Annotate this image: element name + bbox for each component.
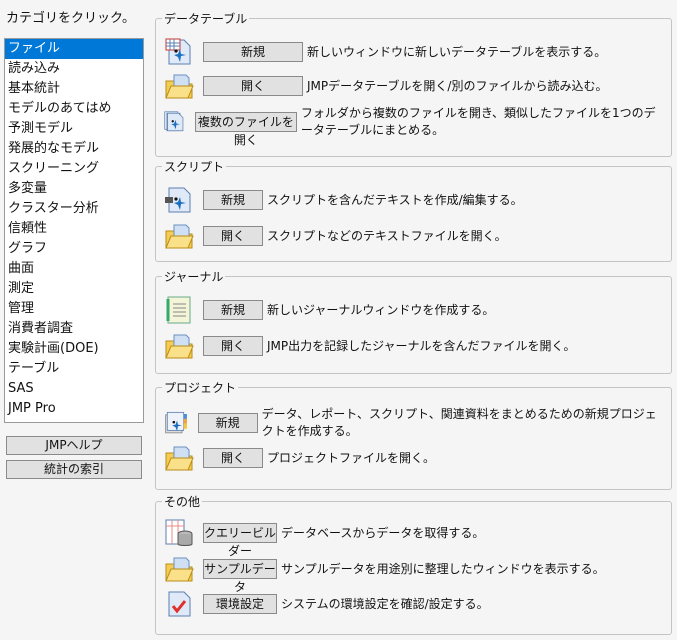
group-4: その他 クエリービルダー データベースからデータを取得する。 サンプルデータ サンプルデ… (155, 493, 672, 635)
action-description: 新しいジャーナルウィンドウを作成する。 (267, 302, 495, 317)
action-description: フォルダから複数のファイルを開き、類似したファイルを1つのデータテーブルにまとめ… (300, 106, 656, 137)
action-button[interactable]: 開く (203, 76, 303, 96)
group-0: データテーブル新規 新しいウィンドウに新しいデータテーブルを表示する。開く JMPデ… (155, 10, 672, 157)
action-button[interactable]: 環境設定 (203, 594, 277, 614)
action-button[interactable]: 新規 (203, 300, 263, 320)
action-row: 複数のファイルを開く フォルダから複数のファイルを開き、類似したファイルを1つのデ… (164, 105, 664, 147)
action-button[interactable]: 新規 (203, 42, 303, 62)
action-row: 環境設定 システムの環境設定を確認/設定する。 (164, 589, 664, 619)
category-item[interactable]: 読み込み (5, 59, 143, 79)
action-description: スクリプトを含んだテキストを作成/編集する。 (267, 192, 523, 207)
category-item[interactable]: 曲面 (5, 259, 143, 279)
open-folder-icon (165, 74, 194, 99)
category-item[interactable]: グラフ (5, 239, 143, 259)
action-description: JMP出力を記録したジャーナルを含んだファイルを開く。 (267, 338, 576, 353)
category-item[interactable]: モデルのあてはめ (5, 99, 143, 119)
category-item[interactable]: 消費者調査 (5, 319, 143, 339)
category-item[interactable]: 基本統計 (5, 79, 143, 99)
category-item[interactable]: 実験計画(DOE) (5, 339, 143, 359)
new-journal-icon (166, 296, 191, 324)
group-title: ジャーナル (162, 268, 226, 285)
action-button[interactable]: 開く (203, 336, 263, 356)
category-item[interactable]: 予測モデル (5, 119, 143, 139)
action-button[interactable]: 開く (203, 448, 263, 468)
category-item[interactable]: クラスター分析 (5, 199, 143, 219)
new-data-table-icon (165, 38, 191, 65)
category-item[interactable]: ファイル (5, 39, 143, 59)
group-1: スクリプト 新規 スクリプトを含んだテキストを作成/編集する。 開く スクリプトなどのテ… (155, 158, 672, 262)
category-item[interactable]: 発展的なモデル (5, 139, 143, 159)
group-title: スクリプト (162, 158, 227, 175)
action-row: 新規 データ、レポート、スクリプト、関連資料をまとめるための新規プロジェクトを作成… (164, 406, 664, 440)
action-description: スクリプトなどのテキストファイルを開く。 (267, 228, 507, 243)
sample-data-folder-icon (165, 557, 194, 582)
open-folder-icon (165, 446, 194, 471)
group-2: ジャーナル新規 新しいジャーナルウィンドウを作成する。開く JMP出力を記録したジャ… (155, 268, 672, 374)
statistics-index-button[interactable]: 統計の索引 (6, 460, 142, 479)
category-item[interactable]: スクリーニング (5, 159, 143, 179)
action-row: 新規 新しいウィンドウに新しいデータテーブルを表示する。 (164, 37, 664, 67)
action-button[interactable]: 複数のファイルを開く (194, 112, 297, 147)
action-button[interactable]: 開く (203, 226, 263, 246)
action-button[interactable]: 新規 (197, 413, 258, 433)
action-row: 新規 新しいジャーナルウィンドウを作成する。 (164, 295, 664, 325)
new-project-icon (165, 411, 187, 434)
category-item[interactable]: 測定 (5, 279, 143, 299)
group-title: プロジェクト (162, 379, 239, 396)
category-item[interactable]: 管理 (5, 299, 143, 319)
action-row: 新規 スクリプトを含んだテキストを作成/編集する。 (164, 185, 664, 215)
action-button[interactable]: クエリービルダー (203, 523, 277, 558)
action-description: プロジェクトファイルを開く。 (267, 450, 436, 465)
category-item[interactable]: 多変量 (5, 179, 143, 199)
action-description: データベースからデータを取得する。 (281, 525, 485, 540)
open-folder-icon (165, 334, 194, 359)
category-item[interactable]: SAS (5, 379, 143, 399)
new-script-icon (165, 187, 191, 213)
group-3: プロジェクト新規 データ、レポート、スクリプト、関連資料をまとめるための新規プロジ… (155, 379, 672, 490)
action-row: 開く JMP出力を記録したジャーナルを含んだファイルを開く。 (164, 331, 664, 361)
jmp-help-button[interactable]: JMPヘルプ (6, 436, 142, 455)
multiple-files-icon (164, 111, 184, 132)
action-row: 開く JMPデータテーブルを開く/別のファイルから読み込む。 (164, 71, 664, 101)
category-item[interactable]: JMP Pro (5, 399, 143, 419)
action-button[interactable]: 新規 (203, 190, 263, 210)
preferences-checklist-icon (168, 591, 191, 617)
action-description: JMPデータテーブルを開く/別のファイルから読み込む。 (307, 78, 608, 93)
action-description: データ、レポート、スクリプト、関連資料をまとめるための新規プロジェクトを作成する… (261, 407, 657, 438)
instruction-label: カテゴリをクリック。 (6, 11, 135, 26)
action-row: 開く スクリプトなどのテキストファイルを開く。 (164, 221, 664, 251)
action-row: クエリービルダー データベースからデータを取得する。 (164, 518, 664, 558)
category-item[interactable]: テーブル (5, 359, 143, 379)
action-description: サンプルデータを用途別に整理したウィンドウを表示する。 (281, 561, 605, 576)
action-description: システムの環境設定を確認/設定する。 (281, 596, 489, 611)
category-item[interactable]: 信頼性 (5, 219, 143, 239)
group-title: その他 (162, 493, 203, 510)
group-title: データテーブル (162, 10, 250, 27)
open-folder-icon (165, 224, 194, 249)
action-row: サンプルデータ サンプルデータを用途別に整理したウィンドウを表示する。 (164, 554, 664, 594)
action-row: 開く プロジェクトファイルを開く。 (164, 443, 664, 473)
query-builder-icon (165, 519, 193, 546)
action-button[interactable]: サンプルデータ (203, 559, 277, 594)
action-description: 新しいウィンドウに新しいデータテーブルを表示する。 (307, 44, 607, 59)
category-list[interactable]: ファイル 読み込み 基本統計 モデルのあてはめ 予測モデル 発展的なモデル スクリーニング多… (4, 38, 144, 423)
